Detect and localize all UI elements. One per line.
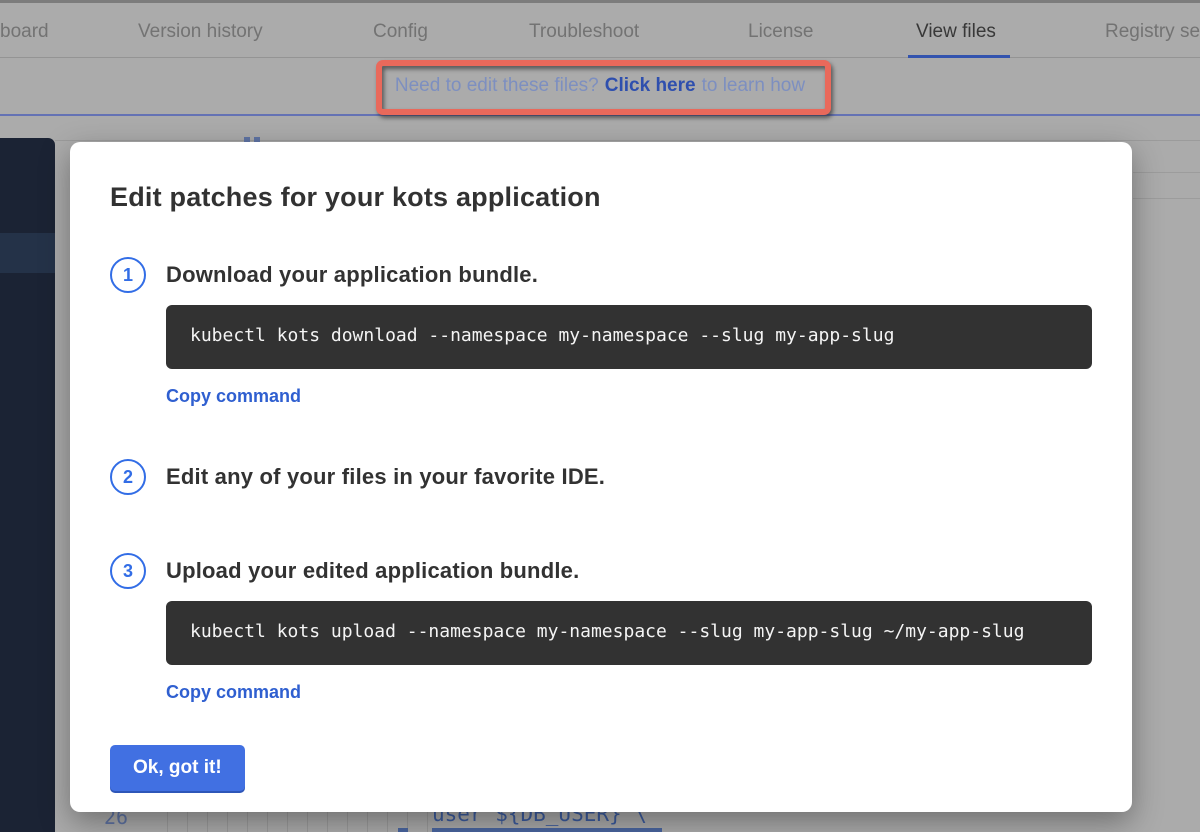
- file-tree-selected-item[interactable]: [0, 233, 55, 273]
- tab-dashboard[interactable]: board: [0, 3, 49, 58]
- file-tree-sidebar: [0, 138, 55, 832]
- screen: board Version history Config Troubleshoo…: [0, 0, 1200, 832]
- step-1-heading: Download your application bundle.: [166, 262, 538, 288]
- copy-upload-command-link[interactable]: Copy command: [166, 681, 301, 703]
- upload-command-code-block: kubectl kots upload --namespace my-names…: [166, 601, 1092, 665]
- tab-license[interactable]: License: [748, 3, 814, 58]
- file-list-row-divider: [1133, 172, 1200, 173]
- tab-version-history[interactable]: Version history: [138, 3, 263, 58]
- tab-view-files[interactable]: View files: [916, 3, 996, 58]
- tab-troubleshoot[interactable]: Troubleshoot: [529, 3, 639, 58]
- edit-files-banner: Need to edit these files? Click here to …: [0, 58, 1200, 116]
- content-panel-edge: [55, 140, 1200, 141]
- banner-click-here-link[interactable]: Click here: [605, 75, 696, 97]
- step-1-number-badge: 1: [110, 257, 146, 293]
- clipped-code-fragment: [432, 828, 662, 832]
- step-3-heading: Upload your edited application bundle.: [166, 558, 579, 584]
- tab-registry-settings[interactable]: Registry se: [1105, 3, 1200, 58]
- step-3-number-badge: 3: [110, 553, 146, 589]
- ok-got-it-button[interactable]: Ok, got it!: [110, 745, 245, 791]
- step-1-row: 1 Download your application bundle.: [110, 257, 1092, 293]
- edit-patches-modal: Edit patches for your kots application 1…: [70, 142, 1132, 812]
- download-command-code-block: kubectl kots download --namespace my-nam…: [166, 305, 1092, 369]
- clipped-code-fragment: [398, 828, 408, 832]
- copy-download-command-link[interactable]: Copy command: [166, 385, 301, 407]
- tab-config[interactable]: Config: [373, 3, 428, 58]
- modal-title: Edit patches for your kots application: [110, 182, 1092, 213]
- step-2-row: 2 Edit any of your files in your favorit…: [110, 459, 1092, 495]
- file-list-row-divider: [1133, 198, 1200, 199]
- top-navigation: board Version history Config Troubleshoo…: [0, 0, 1200, 58]
- banner-text-after: to learn how: [702, 75, 806, 97]
- step-3-row: 3 Upload your edited application bundle.: [110, 553, 1092, 589]
- step-2-number-badge: 2: [110, 459, 146, 495]
- step-2-heading: Edit any of your files in your favorite …: [166, 464, 605, 490]
- banner-text-before: Need to edit these files?: [395, 75, 599, 97]
